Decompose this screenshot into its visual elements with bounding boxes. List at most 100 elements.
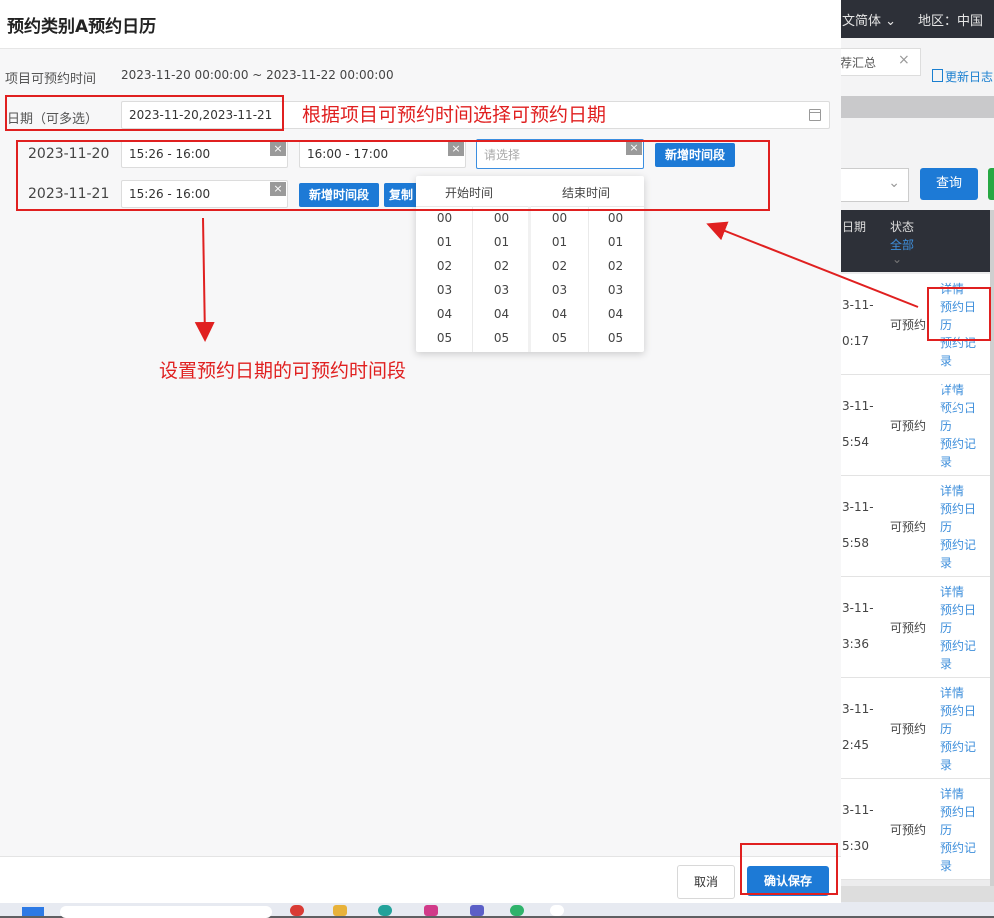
annotation-slot-note: 设置预约日期的可预约时间段 (159, 360, 407, 382)
region-label[interactable]: 地区：中国 (918, 10, 983, 29)
browser-icon[interactable] (290, 905, 304, 916)
status-filter[interactable]: 全部 (890, 236, 914, 253)
annotation-box-save (740, 843, 838, 895)
time-option[interactable]: 03 (587, 278, 644, 302)
start-minute-column[interactable]: 00 01 02 03 04 05 (473, 206, 530, 352)
annotation-box-date (5, 95, 284, 131)
row-actions: 详情 预约日历 预约记录 (940, 583, 984, 673)
records-link[interactable]: 预约记录 (940, 839, 984, 875)
chevron-down-icon: ⌄ (888, 175, 900, 191)
cancel-button[interactable]: 取消 (677, 865, 735, 899)
app-icon[interactable] (550, 905, 564, 916)
table-row: 3-11- 3:36 可预约 详情 预约日历 预约记录 (840, 577, 990, 678)
time-option[interactable]: 02 (416, 254, 473, 278)
app-icon[interactable] (510, 905, 524, 916)
records-link[interactable]: 预约记录 (940, 536, 984, 572)
project-time-value: 2023-11-20 00:00:00 ~ 2023-11-22 00:00:0… (121, 68, 394, 82)
row-status: 可预约 (890, 722, 927, 736)
table-header: 日期 状态 全部 ⌄ (840, 210, 994, 272)
horizontal-scrollbar[interactable] (840, 886, 994, 902)
top-bar: 文简体 ⌄ 地区：中国 (840, 0, 994, 38)
calendar-link[interactable]: 预约日历 (940, 601, 984, 637)
row-actions: 详情 预约日历 预约记录 (940, 785, 984, 875)
language-selector[interactable]: 文简体 ⌄ (842, 10, 896, 29)
app-icon[interactable] (378, 905, 392, 916)
filter-bar: ⌄ 查询 (840, 118, 994, 210)
time-option[interactable]: 02 (587, 254, 644, 278)
divider (840, 96, 994, 118)
time-option[interactable]: 04 (531, 302, 588, 326)
changelog-label: 更新日志 (945, 70, 994, 84)
row-time: 5:54 (842, 435, 869, 449)
column-status: 状态 (890, 220, 915, 234)
time-option[interactable]: 05 (587, 326, 644, 350)
chevron-down-icon[interactable]: ⌄ (892, 252, 902, 266)
time-option[interactable]: 03 (473, 278, 530, 302)
time-option[interactable]: 04 (473, 302, 530, 326)
app-icon[interactable] (424, 905, 438, 916)
green-button[interactable] (988, 168, 994, 200)
row-date: 3-11- (842, 399, 874, 413)
time-option[interactable]: 01 (473, 230, 530, 254)
row-status: 可预约 (890, 318, 927, 332)
folder-icon[interactable] (333, 905, 347, 916)
row-time: 0:17 (842, 334, 869, 348)
calendar-link[interactable]: 预约日历 (940, 803, 984, 839)
time-option[interactable]: 03 (416, 278, 473, 302)
row-actions: 详情 预约日历 预约记录 (940, 684, 984, 774)
time-option[interactable]: 01 (531, 230, 588, 254)
time-option[interactable]: 05 (531, 326, 588, 350)
detail-link[interactable]: 详情 (940, 785, 984, 803)
records-link[interactable]: 预约记录 (940, 435, 984, 471)
detail-link[interactable]: 详情 (940, 482, 984, 500)
time-option[interactable]: 02 (473, 254, 530, 278)
changelog-link[interactable]: 更新日志 (932, 68, 993, 85)
close-icon[interactable]: × (898, 52, 910, 68)
modal-title: 预约类别A预约日历 (7, 17, 157, 37)
time-option[interactable]: 04 (416, 302, 473, 326)
calendar-link[interactable]: 预约日历 (940, 500, 984, 536)
query-button[interactable]: 查询 (920, 168, 978, 200)
records-link[interactable]: 预约记录 (940, 637, 984, 673)
table-row: 3-11- 5:58 可预约 详情 预约日历 预约记录 (840, 476, 990, 577)
row-time: 5:30 (842, 839, 869, 853)
calendar-modal: 预约类别A预约日历 项目可预约时间 2023-11-20 00:00:00 ~ … (0, 0, 841, 903)
records-link[interactable]: 预约记录 (940, 738, 984, 774)
detail-link[interactable]: 详情 (940, 684, 984, 702)
row-time: 3:36 (842, 637, 869, 651)
time-option[interactable]: 03 (531, 278, 588, 302)
tab-summary[interactable]: 荐汇总 × (840, 48, 921, 76)
calendar-icon[interactable] (809, 109, 821, 121)
table-row: 3-11- 2:45 可预约 详情 预约日历 预约记录 (840, 678, 990, 779)
row-status: 可预约 (890, 520, 927, 534)
taskbar-search[interactable] (60, 906, 272, 918)
row-date: 3-11- (842, 500, 874, 514)
time-option[interactable]: 01 (416, 230, 473, 254)
project-time-label: 项目可预约时间 (5, 72, 97, 87)
calendar-link[interactable]: 预约日历 (940, 702, 984, 738)
tab-bar: 荐汇总 × 更新日志 (840, 38, 994, 96)
row-date: 3-11- (842, 298, 874, 312)
modal-header: 预约类别A预约日历 (0, 0, 841, 49)
time-option[interactable]: 05 (473, 326, 530, 350)
end-minute-column[interactable]: 00 01 02 03 04 05 (587, 206, 644, 352)
windows-start-icon[interactable] (22, 907, 44, 916)
start-hour-column[interactable]: 00 01 02 03 04 05 (416, 206, 473, 352)
detail-link[interactable]: 详情 (940, 583, 984, 601)
end-hour-column[interactable]: 00 01 02 03 04 05 (531, 206, 588, 352)
row-status: 可预约 (890, 419, 927, 433)
time-option[interactable]: 01 (587, 230, 644, 254)
row-date: 3-11- (842, 803, 874, 817)
teams-icon[interactable] (470, 905, 484, 916)
time-option[interactable]: 05 (416, 326, 473, 350)
tab-label: 荐汇总 (840, 56, 877, 70)
close-circle-icon[interactable] (936, 376, 984, 424)
time-option[interactable]: 02 (531, 254, 588, 278)
row-status: 可预约 (890, 823, 927, 837)
row-actions: 详情 预约日历 预约记录 (940, 482, 984, 572)
row-status: 可预约 (890, 621, 927, 635)
filter-select[interactable]: ⌄ (840, 168, 909, 202)
row-time: 2:45 (842, 738, 869, 752)
time-option[interactable]: 04 (587, 302, 644, 326)
annotation-box-slots (16, 140, 770, 211)
